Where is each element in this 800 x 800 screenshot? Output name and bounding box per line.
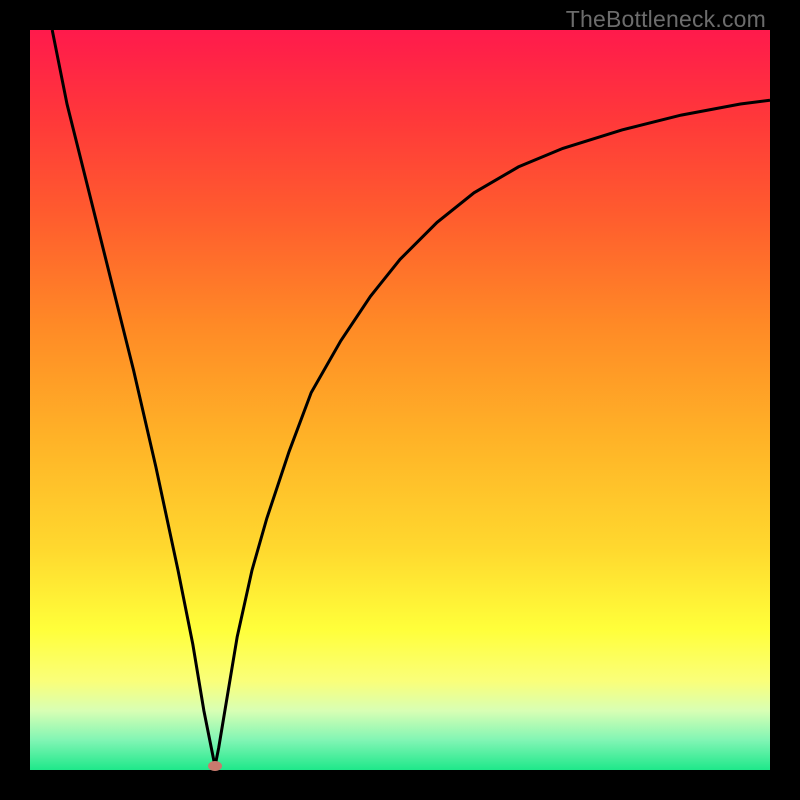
curve-svg — [30, 30, 770, 770]
chart-frame: TheBottleneck.com — [0, 0, 800, 800]
plot-area — [30, 30, 770, 770]
bottleneck-curve — [52, 30, 770, 766]
watermark-text: TheBottleneck.com — [566, 6, 766, 33]
curve-min-marker — [208, 761, 222, 771]
